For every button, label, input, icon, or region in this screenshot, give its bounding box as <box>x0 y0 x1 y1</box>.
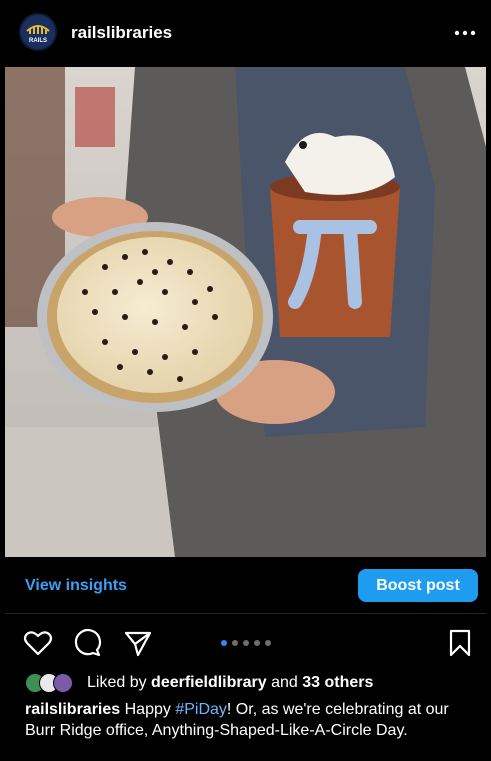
carousel-dot <box>221 640 227 646</box>
bookmark-icon[interactable] <box>445 628 475 658</box>
likes-prefix: Liked by <box>87 674 147 691</box>
post-caption: railslibraries Happy #PiDay! Or, as we'r… <box>25 699 480 741</box>
view-insights-link[interactable]: View insights <box>25 577 127 595</box>
more-horizontal-icon[interactable] <box>453 24 477 42</box>
pie-photo-illustration <box>5 67 486 557</box>
liker-avatars[interactable] <box>25 673 83 693</box>
carousel-indicator <box>221 640 271 646</box>
comment-icon[interactable] <box>73 628 103 658</box>
insights-bar: View insights Boost post <box>5 557 486 614</box>
caption-username[interactable]: railslibraries <box>25 701 120 718</box>
carousel-dot <box>265 640 271 646</box>
profile-avatar[interactable]: RAILS <box>19 13 57 51</box>
boost-post-button[interactable]: Boost post <box>358 569 478 602</box>
caption-hashtag[interactable]: #PiDay <box>175 701 227 718</box>
likes-summary: Liked by deerfieldlibrary and 33 others <box>87 674 373 692</box>
carousel-dot <box>243 640 249 646</box>
likes-others-link[interactable]: 33 others <box>302 674 373 691</box>
post-header: RAILS railslibraries <box>5 5 486 67</box>
post-username[interactable]: railslibraries <box>71 23 172 43</box>
carousel-dot <box>232 640 238 646</box>
rails-logo: RAILS <box>21 15 55 49</box>
share-icon[interactable] <box>123 628 153 658</box>
carousel-dot <box>254 640 260 646</box>
instagram-post: RAILS railslibraries View insights Boost… <box>5 5 486 756</box>
likes-and: and <box>271 674 298 691</box>
heart-icon[interactable] <box>23 628 53 658</box>
post-actions <box>5 618 486 662</box>
post-photo[interactable] <box>5 67 486 557</box>
caption-text-before: Happy <box>124 701 176 718</box>
likes-row: Liked by deerfieldlibrary and 33 others <box>25 672 480 696</box>
avatar-text: RAILS <box>29 38 47 44</box>
liker-avatar <box>53 673 73 693</box>
liker-username[interactable]: deerfieldlibrary <box>151 674 267 691</box>
